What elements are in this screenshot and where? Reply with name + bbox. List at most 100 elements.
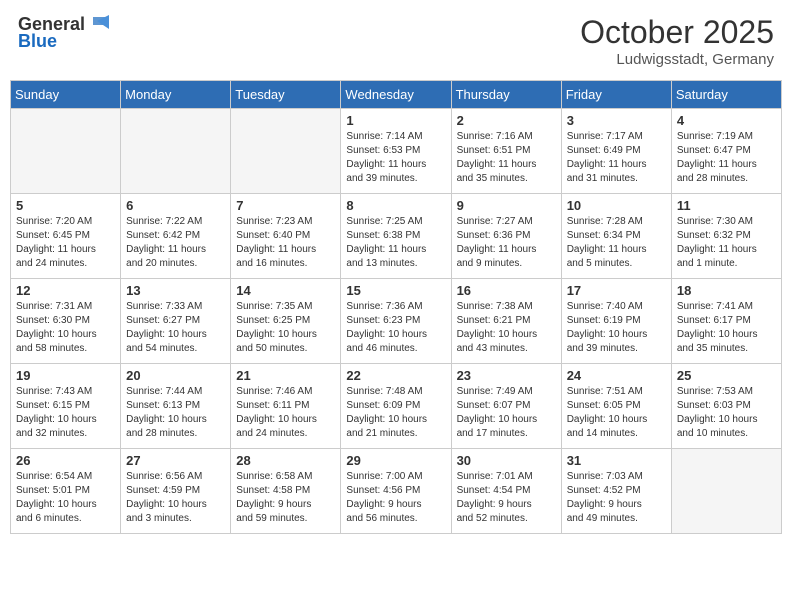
day-number: 2 [457,113,556,128]
day-number: 21 [236,368,335,383]
calendar-cell: 30 Sunrise: 7:01 AM Sunset: 4:54 PM Dayli… [451,449,561,534]
calendar-header-saturday: Saturday [671,81,781,109]
calendar-week-row: 19Sunrise: 7:43 AM Sunset: 6:15 PM Dayli… [11,364,782,449]
calendar-cell: 29Sunrise: 7:00 AM Sunset: 4:56 PM Dayli… [341,449,451,534]
day-number: 20 [126,368,225,383]
logo-blue-text: Blue [18,31,57,52]
calendar-header-sunday: Sunday [11,81,121,109]
day-info: Sunrise: 6:56 AM Sunset: 4:59 PM Dayligh… [126,470,225,526]
calendar-week-row: 5 Sunrise: 7:20 AM Sunset: 6:45 PM Daylig… [11,194,782,279]
calendar-cell [11,109,121,194]
day-number: 15 [346,283,445,298]
calendar-cell: 20 Sunrise: 7:44 AM Sunset: 6:13 PM Dayli… [121,364,231,449]
calendar-cell: 17 Sunrise: 7:40 AM Sunset: 6:19 PM Dayli… [561,279,671,364]
day-info: Sunrise: 7:36 AM Sunset: 6:23 PM Dayligh… [346,300,445,356]
day-info: Sunrise: 7:30 AM Sunset: 6:32 PM Dayligh… [677,215,776,271]
day-info: Sunrise: 7:28 AM Sunset: 6:34 PM Dayligh… [567,215,666,271]
day-number: 26 [16,453,115,468]
calendar-cell: 4 Sunrise: 7:19 AM Sunset: 6:47 PM Daylig… [671,109,781,194]
calendar-cell: 24Sunrise: 7:51 AM Sunset: 6:05 PM Dayli… [561,364,671,449]
day-info: Sunrise: 7:20 AM Sunset: 6:45 PM Dayligh… [16,215,115,271]
calendar-cell: 28 Sunrise: 6:58 AM Sunset: 4:58 PM Dayli… [231,449,341,534]
day-info: Sunrise: 7:25 AM Sunset: 6:38 PM Dayligh… [346,215,445,271]
calendar-cell: 6Sunrise: 7:22 AM Sunset: 6:42 PM Daylig… [121,194,231,279]
day-info: Sunrise: 7:35 AM Sunset: 6:25 PM Dayligh… [236,300,335,356]
calendar-header-monday: Monday [121,81,231,109]
day-info: Sunrise: 7:01 AM Sunset: 4:54 PM Dayligh… [457,470,556,526]
day-info: Sunrise: 7:16 AM Sunset: 6:51 PM Dayligh… [457,130,556,186]
calendar-cell: 18Sunrise: 7:41 AM Sunset: 6:17 PM Dayli… [671,279,781,364]
day-info: Sunrise: 7:03 AM Sunset: 4:52 PM Dayligh… [567,470,666,526]
calendar-header-wednesday: Wednesday [341,81,451,109]
day-info: Sunrise: 7:00 AM Sunset: 4:56 PM Dayligh… [346,470,445,526]
calendar-cell: 7 Sunrise: 7:23 AM Sunset: 6:40 PM Daylig… [231,194,341,279]
calendar-table: SundayMondayTuesdayWednesdayThursdayFrid… [10,80,782,534]
day-number: 11 [677,198,776,213]
calendar-cell [231,109,341,194]
calendar-cell: 9Sunrise: 7:27 AM Sunset: 6:36 PM Daylig… [451,194,561,279]
calendar-cell: 21Sunrise: 7:46 AM Sunset: 6:11 PM Dayli… [231,364,341,449]
calendar-cell: 14 Sunrise: 7:35 AM Sunset: 6:25 PM Dayli… [231,279,341,364]
day-info: Sunrise: 7:44 AM Sunset: 6:13 PM Dayligh… [126,385,225,441]
calendar-cell [671,449,781,534]
day-info: Sunrise: 7:17 AM Sunset: 6:49 PM Dayligh… [567,130,666,186]
day-number: 8 [346,198,445,213]
calendar-cell [121,109,231,194]
day-number: 22 [346,368,445,383]
day-number: 23 [457,368,556,383]
page-header: General Blue October 2025 Ludwigsstadt, … [10,10,782,72]
title-section: October 2025 Ludwigsstadt, Germany [580,14,774,68]
calendar-cell: 26 Sunrise: 6:54 AM Sunset: 5:01 PM Dayli… [11,449,121,534]
day-number: 30 [457,453,556,468]
day-info: Sunrise: 7:49 AM Sunset: 6:07 PM Dayligh… [457,385,556,441]
day-number: 13 [126,283,225,298]
day-info: Sunrise: 7:38 AM Sunset: 6:21 PM Dayligh… [457,300,556,356]
calendar-cell: 19Sunrise: 7:43 AM Sunset: 6:15 PM Dayli… [11,364,121,449]
day-number: 5 [16,198,115,213]
day-number: 4 [677,113,776,128]
day-info: Sunrise: 7:40 AM Sunset: 6:19 PM Dayligh… [567,300,666,356]
calendar-week-row: 1Sunrise: 7:14 AM Sunset: 6:53 PM Daylig… [11,109,782,194]
day-number: 18 [677,283,776,298]
calendar-cell: 8 Sunrise: 7:25 AM Sunset: 6:38 PM Daylig… [341,194,451,279]
calendar-cell: 25Sunrise: 7:53 AM Sunset: 6:03 PM Dayli… [671,364,781,449]
day-info: Sunrise: 7:27 AM Sunset: 6:36 PM Dayligh… [457,215,556,271]
day-number: 17 [567,283,666,298]
calendar-cell: 31 Sunrise: 7:03 AM Sunset: 4:52 PM Dayli… [561,449,671,534]
calendar-cell: 11 Sunrise: 7:30 AM Sunset: 6:32 PM Dayli… [671,194,781,279]
day-info: Sunrise: 7:23 AM Sunset: 6:40 PM Dayligh… [236,215,335,271]
calendar-cell: 12 Sunrise: 7:31 AM Sunset: 6:30 PM Dayli… [11,279,121,364]
day-info: Sunrise: 7:48 AM Sunset: 6:09 PM Dayligh… [346,385,445,441]
day-number: 10 [567,198,666,213]
day-info: Sunrise: 7:22 AM Sunset: 6:42 PM Dayligh… [126,215,225,271]
logo: General Blue [18,14,109,52]
calendar-week-row: 26 Sunrise: 6:54 AM Sunset: 5:01 PM Dayli… [11,449,782,534]
day-number: 7 [236,198,335,213]
day-info: Sunrise: 7:43 AM Sunset: 6:15 PM Dayligh… [16,385,115,441]
day-info: Sunrise: 7:53 AM Sunset: 6:03 PM Dayligh… [677,385,776,441]
calendar-cell: 15 Sunrise: 7:36 AM Sunset: 6:23 PM Dayli… [341,279,451,364]
day-info: Sunrise: 7:31 AM Sunset: 6:30 PM Dayligh… [16,300,115,356]
calendar-cell: 10 Sunrise: 7:28 AM Sunset: 6:34 PM Dayli… [561,194,671,279]
day-info: Sunrise: 7:33 AM Sunset: 6:27 PM Dayligh… [126,300,225,356]
day-number: 28 [236,453,335,468]
day-number: 27 [126,453,225,468]
calendar-cell: 1Sunrise: 7:14 AM Sunset: 6:53 PM Daylig… [341,109,451,194]
day-info: Sunrise: 7:19 AM Sunset: 6:47 PM Dayligh… [677,130,776,186]
calendar-cell: 2 Sunrise: 7:16 AM Sunset: 6:51 PM Daylig… [451,109,561,194]
calendar-cell: 3Sunrise: 7:17 AM Sunset: 6:49 PM Daylig… [561,109,671,194]
day-info: Sunrise: 6:58 AM Sunset: 4:58 PM Dayligh… [236,470,335,526]
day-number: 31 [567,453,666,468]
location-text: Ludwigsstadt, Germany [580,51,774,68]
day-info: Sunrise: 6:54 AM Sunset: 5:01 PM Dayligh… [16,470,115,526]
calendar-cell: 22 Sunrise: 7:48 AM Sunset: 6:09 PM Dayli… [341,364,451,449]
calendar-cell: 13 Sunrise: 7:33 AM Sunset: 6:27 PM Dayli… [121,279,231,364]
calendar-cell: 27 Sunrise: 6:56 AM Sunset: 4:59 PM Dayli… [121,449,231,534]
calendar-cell: 23 Sunrise: 7:49 AM Sunset: 6:07 PM Dayli… [451,364,561,449]
calendar-header-friday: Friday [561,81,671,109]
calendar-cell: 5 Sunrise: 7:20 AM Sunset: 6:45 PM Daylig… [11,194,121,279]
day-info: Sunrise: 7:14 AM Sunset: 6:53 PM Dayligh… [346,130,445,186]
day-number: 12 [16,283,115,298]
day-number: 24 [567,368,666,383]
day-number: 14 [236,283,335,298]
